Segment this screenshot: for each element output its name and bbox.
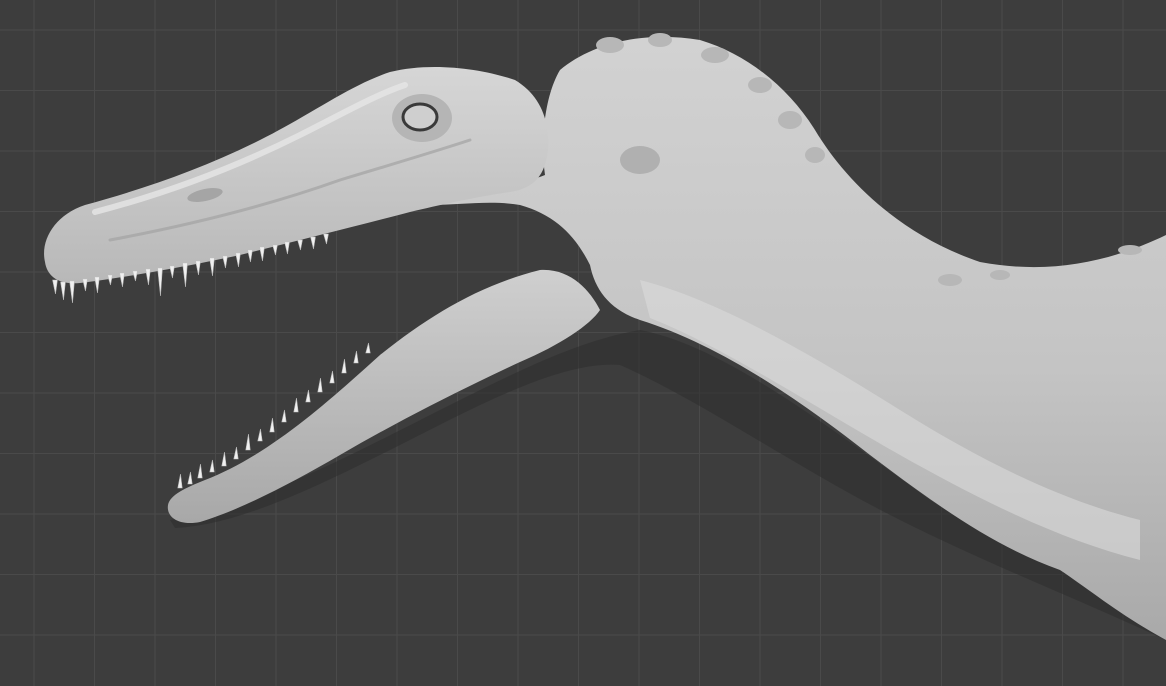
eye-icon xyxy=(401,102,439,132)
3d-viewport[interactable] xyxy=(0,0,1166,686)
viewport-canvas[interactable] xyxy=(0,0,1166,686)
